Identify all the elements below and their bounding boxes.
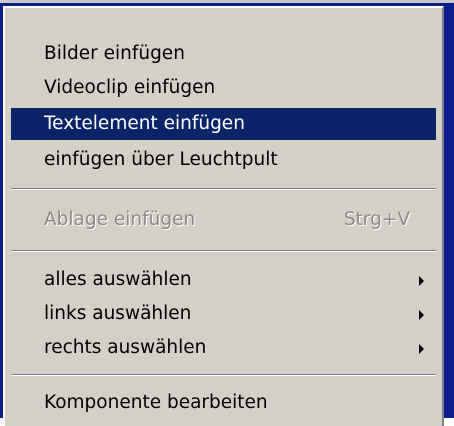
menu-item-einfuegen-ueber-leuchtpult[interactable]: einfügen über Leuchtpult — [11, 144, 436, 176]
menu-item-rechts-auswaehlen[interactable]: rechts auswählen — [11, 332, 436, 364]
menu-item-label: einfügen über Leuchtpult — [44, 149, 278, 170]
menu-item-bilder-einfuegen[interactable]: Bilder einfügen — [11, 38, 436, 70]
menu-item-label: Bilder einfügen — [44, 43, 185, 64]
submenu-arrow-icon — [419, 310, 424, 320]
menu-item-label: Textelement einfügen — [44, 113, 245, 134]
submenu-arrow-icon — [419, 276, 424, 286]
window-frame: Bilder einfügen Videoclip einfügen Texte… — [0, 0, 454, 426]
menu-item-label: alles auswählen — [44, 269, 192, 290]
menu-separator — [11, 374, 436, 376]
menu-separator — [11, 188, 436, 190]
menu-item-label: Komponente bearbeiten — [44, 392, 268, 413]
menu-item-alles-auswaehlen[interactable]: alles auswählen — [11, 264, 436, 296]
menu-item-komponente-bearbeiten[interactable]: Komponente bearbeiten — [11, 387, 436, 419]
menu-separator — [11, 250, 436, 252]
menu-item-textelement-einfuegen[interactable]: Textelement einfügen — [11, 108, 436, 140]
menu-item-label: rechts auswählen — [44, 337, 207, 358]
context-menu: Bilder einfügen Videoclip einfügen Texte… — [3, 6, 444, 426]
menu-item-videoclip-einfuegen[interactable]: Videoclip einfügen — [11, 72, 436, 104]
menu-item-label: Videoclip einfügen — [44, 77, 216, 98]
shortcut-label: Strg+V — [343, 209, 410, 230]
submenu-arrow-icon — [419, 344, 424, 354]
menu-item-ablage-einfuegen: Ablage einfügen Strg+V — [11, 204, 436, 236]
menu-item-label: links auswählen — [44, 303, 192, 324]
menu-item-label: Ablage einfügen — [44, 209, 196, 230]
menu-item-links-auswaehlen[interactable]: links auswählen — [11, 298, 436, 330]
